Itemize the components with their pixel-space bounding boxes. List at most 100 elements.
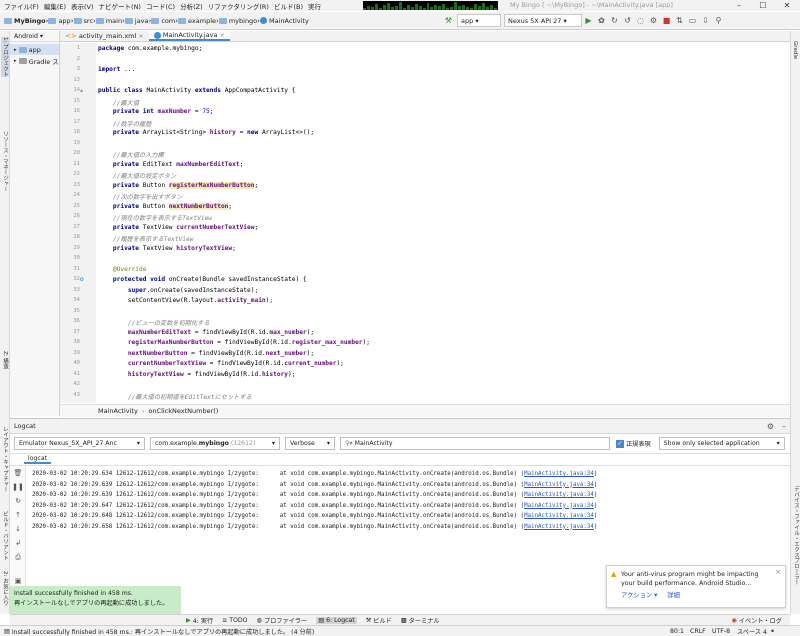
device-select[interactable]: Nexus 5X API 27 ▾ [504, 14, 582, 27]
sync-icon[interactable]: ⇅ [673, 14, 686, 27]
project-view-select[interactable]: Android ▾ [10, 31, 59, 42]
gear-icon[interactable]: ⚙ [767, 422, 774, 431]
down-arrow-icon[interactable]: ↓ [10, 522, 26, 536]
up-arrow-icon[interactable]: ↑ [10, 508, 26, 522]
detail-link[interactable]: 詳細 [667, 591, 680, 600]
menu-item[interactable]: 実行 [308, 1, 321, 11]
breadcrumb-item[interactable]: java [124, 17, 149, 25]
close-tab-icon[interactable]: × [138, 32, 143, 40]
breadcrumb-item[interactable]: app [48, 17, 71, 25]
trash-icon[interactable]: 🗑 [10, 466, 26, 480]
tree-item-app[interactable]: ▸ app [10, 44, 59, 55]
breadcrumb-class[interactable]: MainActivity [98, 407, 138, 415]
breadcrumb-item[interactable]: src [73, 17, 93, 25]
print-icon[interactable]: ⎙ [10, 550, 26, 564]
hammer-icon[interactable]: ⚒ [442, 14, 455, 27]
tree-item-gradle[interactable]: ▸ Gradle ス [10, 55, 59, 66]
caret-position[interactable]: 80:1 [670, 628, 684, 635]
tool-device-explorer[interactable]: デバイス・ファイル・エクスプローラー [792, 486, 800, 585]
code-token: historyTextView [176, 244, 233, 252]
regex-checkbox[interactable]: ✓ 正規表現 [616, 439, 651, 448]
log-source-link[interactable]: MainActivity.java:34 [524, 513, 594, 519]
soft-wrap-icon[interactable]: ↲ [10, 536, 26, 550]
attach-icon[interactable]: ⚙ [647, 14, 660, 27]
code-token: maxNumber [157, 108, 192, 115]
line-number: 13 [73, 76, 80, 83]
search-value: MainActivity [354, 440, 393, 447]
tool-project[interactable]: 1: プロジェクト [1, 37, 9, 78]
menu-item[interactable]: 編集(E) [44, 1, 66, 11]
stop-icon[interactable]: ■ [660, 14, 673, 27]
process-dropdown[interactable]: com.example.mybingo (12612) ▾ [150, 437, 280, 450]
close-tab-icon[interactable]: × [220, 31, 225, 39]
restart-icon[interactable]: ↻ [10, 494, 26, 508]
breadcrumb-item[interactable]: main [95, 17, 122, 25]
pause-icon[interactable]: ❚❚ [10, 480, 26, 494]
log-source-link[interactable]: MainActivity.java:34 [524, 482, 594, 488]
tool-profiler[interactable]: ◍ プロファイラー [257, 616, 308, 625]
log-level-dropdown[interactable]: Verbose ▾ [285, 437, 335, 450]
device-dropdown[interactable]: Emulator Nexus_5X_API_27 Anc ▾ [14, 437, 145, 450]
menu-item[interactable]: ナビゲート(N) [99, 1, 141, 11]
tool-favorites[interactable]: 2: お気に入り [1, 571, 9, 606]
tool-terminal[interactable]: ▩ ターミナル [401, 616, 440, 625]
tool-layout-capture[interactable]: レイアウト・キャプチャー [1, 426, 9, 492]
override-marker-icon[interactable]: o [80, 276, 84, 283]
menu-item[interactable]: リファクタリング(R) [208, 1, 269, 11]
debug-icon[interactable]: ✿ [595, 14, 608, 27]
run-icon[interactable]: ▶ [582, 14, 595, 27]
tool-event-log[interactable]: ◉ イベント・ログ [731, 616, 782, 625]
close-icon[interactable]: ✕ [775, 0, 799, 11]
logcat-search-input[interactable]: ⚲▾ MainActivity [340, 437, 610, 450]
tool-resource-manager[interactable]: リソース・マネージャー [1, 131, 9, 192]
search-icon[interactable]: ⚲ [712, 14, 725, 27]
tab-logcat[interactable]: logcat [24, 455, 52, 464]
lock-icon[interactable]: ⚭ [770, 628, 775, 635]
override-icon[interactable]: ▴ [80, 87, 83, 94]
menu-item[interactable]: 分析(Z) [180, 1, 203, 11]
menu-item[interactable]: 表示(V) [71, 1, 94, 11]
log-source-link[interactable]: MainActivity.java:34 [524, 503, 594, 509]
menu-item[interactable]: ビルド(B) [274, 1, 303, 11]
minimize-icon[interactable]: – [727, 0, 751, 11]
code-line: //現在の数字を表示するTextView [98, 213, 212, 222]
tab-activity-main-xml[interactable]: <> activity_main.xml × [60, 31, 149, 41]
tab-main-activity-java[interactable]: MainActivity.java × [148, 31, 230, 41]
avd-manager-icon[interactable]: ▭ [686, 14, 699, 27]
tool-gradle[interactable]: Gradle [792, 41, 798, 59]
tool-structure[interactable]: Z: 構造 [1, 351, 9, 369]
breadcrumb-method[interactable]: onClickNextNumber() [148, 407, 218, 415]
breadcrumb-item[interactable]: MainActivity [259, 17, 309, 25]
breadcrumb-item[interactable]: example [178, 17, 216, 25]
hide-icon[interactable]: – [782, 422, 786, 431]
tool-logcat[interactable]: ▤ 6: Logcat [316, 616, 357, 624]
action-link[interactable]: アクション ▾ [621, 591, 657, 600]
apply-changes-icon[interactable]: ↺ [621, 14, 634, 27]
breadcrumb-item[interactable]: com [151, 17, 175, 25]
menu-item[interactable]: コード(C) [146, 1, 175, 11]
tool-todo[interactable]: ≡ TODO [222, 617, 247, 624]
maximize-icon[interactable]: ☐ [751, 0, 775, 11]
breadcrumb-item[interactable]: mybingo [218, 17, 257, 25]
tool-run[interactable]: ▶ 4: 実行 [186, 616, 213, 625]
line-separator[interactable]: CRLF [690, 628, 706, 635]
filter-dropdown[interactable]: Show only selected application ▾ [658, 437, 785, 450]
menu-item[interactable]: ファイル(F) [4, 1, 39, 11]
rerun-icon[interactable]: ↻ [608, 14, 621, 27]
indent-setting[interactable]: スペース 4 [737, 627, 767, 636]
breadcrumb-item[interactable]: MyBingo [4, 17, 46, 25]
profile-icon[interactable]: ◌ [634, 14, 647, 27]
status-toggle-icon[interactable]: ▤ [4, 628, 10, 635]
close-notification-icon[interactable]: × [775, 568, 781, 577]
code-token: private [112, 244, 143, 252]
run-config-select[interactable]: app ▾ [457, 14, 501, 27]
tool-build-variants[interactable]: ビルド・バリアント [1, 511, 9, 561]
code-editor[interactable]: package com.example.mybingo; import ... pu… [96, 43, 790, 403]
log-source-link[interactable]: MainActivity.java:34 [524, 492, 594, 498]
file-encoding[interactable]: UTF-8 [712, 628, 730, 635]
tool-build[interactable]: ⚒ ビルド [366, 616, 392, 625]
log-source-link[interactable]: MainActivity.java:34 [524, 471, 594, 477]
sdk-manager-icon[interactable]: ⇩ [699, 14, 712, 27]
log-source-link[interactable]: MainActivity.java:34 [524, 524, 594, 530]
